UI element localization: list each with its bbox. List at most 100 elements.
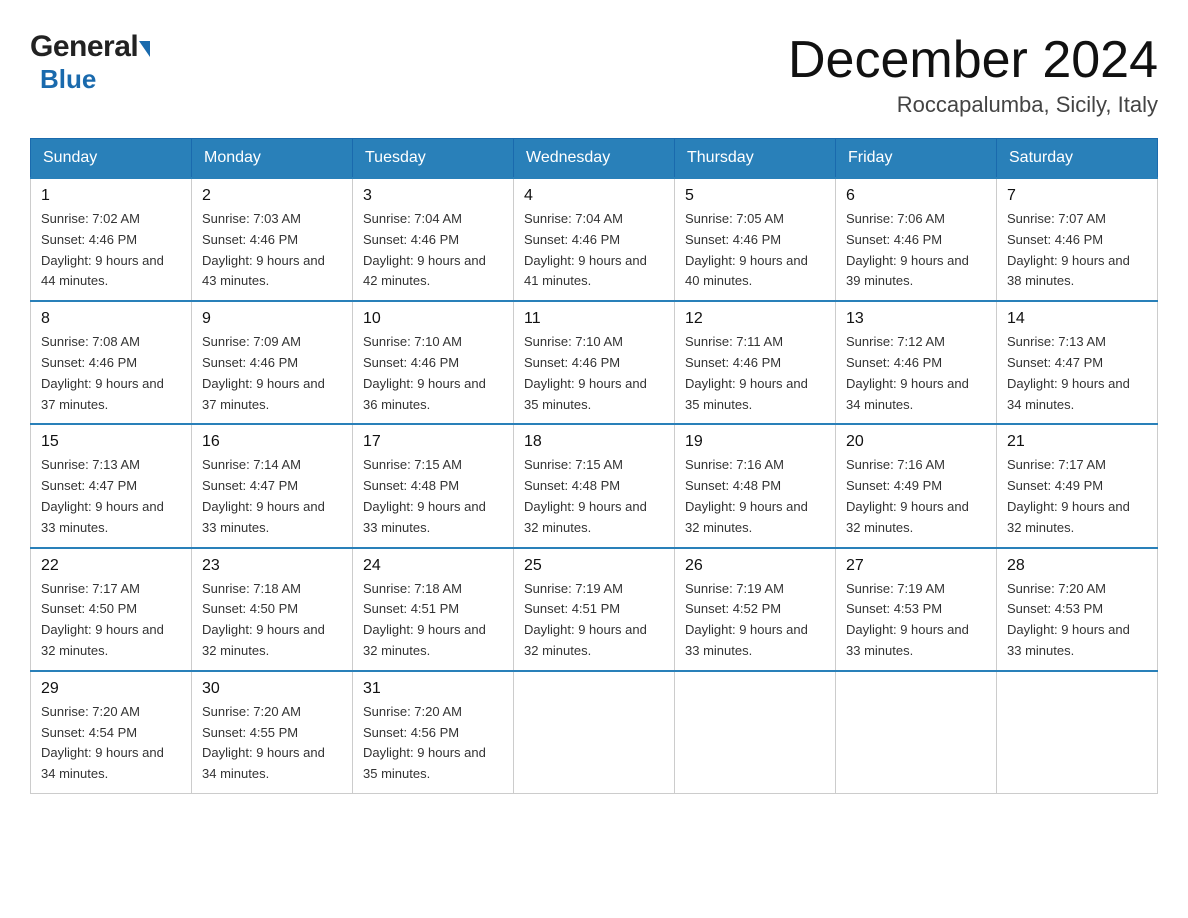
day-info: Sunrise: 7:05 AM Sunset: 4:46 PM Dayligh…	[685, 209, 825, 292]
table-row: 14 Sunrise: 7:13 AM Sunset: 4:47 PM Dayl…	[997, 301, 1158, 424]
day-number: 24	[363, 557, 503, 575]
day-info: Sunrise: 7:04 AM Sunset: 4:46 PM Dayligh…	[524, 209, 664, 292]
day-info: Sunrise: 7:17 AM Sunset: 4:49 PM Dayligh…	[1007, 455, 1147, 538]
calendar-week-2: 8 Sunrise: 7:08 AM Sunset: 4:46 PM Dayli…	[31, 301, 1158, 424]
day-number: 29	[41, 680, 181, 698]
table-row: 18 Sunrise: 7:15 AM Sunset: 4:48 PM Dayl…	[514, 424, 675, 547]
day-number: 18	[524, 433, 664, 451]
logo-arrow-icon	[139, 41, 150, 57]
table-row: 22 Sunrise: 7:17 AM Sunset: 4:50 PM Dayl…	[31, 548, 192, 671]
table-row	[997, 671, 1158, 794]
logo-blue-text: Blue	[40, 64, 96, 94]
table-row: 12 Sunrise: 7:11 AM Sunset: 4:46 PM Dayl…	[675, 301, 836, 424]
day-info: Sunrise: 7:04 AM Sunset: 4:46 PM Dayligh…	[363, 209, 503, 292]
day-info: Sunrise: 7:10 AM Sunset: 4:46 PM Dayligh…	[524, 332, 664, 415]
title-block: December 2024 Roccapalumba, Sicily, Ital…	[788, 30, 1158, 118]
day-info: Sunrise: 7:13 AM Sunset: 4:47 PM Dayligh…	[41, 455, 181, 538]
day-info: Sunrise: 7:17 AM Sunset: 4:50 PM Dayligh…	[41, 579, 181, 662]
day-number: 27	[846, 557, 986, 575]
day-info: Sunrise: 7:20 AM Sunset: 4:56 PM Dayligh…	[363, 702, 503, 785]
table-row	[514, 671, 675, 794]
day-info: Sunrise: 7:09 AM Sunset: 4:46 PM Dayligh…	[202, 332, 342, 415]
day-number: 6	[846, 187, 986, 205]
table-row: 4 Sunrise: 7:04 AM Sunset: 4:46 PM Dayli…	[514, 178, 675, 301]
table-row: 6 Sunrise: 7:06 AM Sunset: 4:46 PM Dayli…	[836, 178, 997, 301]
day-number: 16	[202, 433, 342, 451]
month-title: December 2024	[788, 30, 1158, 90]
table-row: 1 Sunrise: 7:02 AM Sunset: 4:46 PM Dayli…	[31, 178, 192, 301]
day-info: Sunrise: 7:19 AM Sunset: 4:51 PM Dayligh…	[524, 579, 664, 662]
table-row: 23 Sunrise: 7:18 AM Sunset: 4:50 PM Dayl…	[192, 548, 353, 671]
header-thursday: Thursday	[675, 139, 836, 179]
day-number: 28	[1007, 557, 1147, 575]
day-info: Sunrise: 7:19 AM Sunset: 4:52 PM Dayligh…	[685, 579, 825, 662]
table-row: 28 Sunrise: 7:20 AM Sunset: 4:53 PM Dayl…	[997, 548, 1158, 671]
table-row: 30 Sunrise: 7:20 AM Sunset: 4:55 PM Dayl…	[192, 671, 353, 794]
day-number: 12	[685, 310, 825, 328]
table-row	[675, 671, 836, 794]
day-number: 22	[41, 557, 181, 575]
table-row: 13 Sunrise: 7:12 AM Sunset: 4:46 PM Dayl…	[836, 301, 997, 424]
table-row	[836, 671, 997, 794]
day-info: Sunrise: 7:02 AM Sunset: 4:46 PM Dayligh…	[41, 209, 181, 292]
header-tuesday: Tuesday	[353, 139, 514, 179]
table-row: 15 Sunrise: 7:13 AM Sunset: 4:47 PM Dayl…	[31, 424, 192, 547]
table-row: 19 Sunrise: 7:16 AM Sunset: 4:48 PM Dayl…	[675, 424, 836, 547]
header-friday: Friday	[836, 139, 997, 179]
day-number: 3	[363, 187, 503, 205]
day-number: 21	[1007, 433, 1147, 451]
day-info: Sunrise: 7:20 AM Sunset: 4:54 PM Dayligh…	[41, 702, 181, 785]
day-number: 30	[202, 680, 342, 698]
day-info: Sunrise: 7:12 AM Sunset: 4:46 PM Dayligh…	[846, 332, 986, 415]
table-row: 3 Sunrise: 7:04 AM Sunset: 4:46 PM Dayli…	[353, 178, 514, 301]
day-number: 14	[1007, 310, 1147, 328]
day-number: 15	[41, 433, 181, 451]
table-row: 25 Sunrise: 7:19 AM Sunset: 4:51 PM Dayl…	[514, 548, 675, 671]
day-info: Sunrise: 7:16 AM Sunset: 4:49 PM Dayligh…	[846, 455, 986, 538]
day-info: Sunrise: 7:13 AM Sunset: 4:47 PM Dayligh…	[1007, 332, 1147, 415]
calendar-header-row: Sunday Monday Tuesday Wednesday Thursday…	[31, 139, 1158, 179]
day-number: 31	[363, 680, 503, 698]
logo: General Blue	[30, 30, 150, 95]
day-number: 5	[685, 187, 825, 205]
day-number: 2	[202, 187, 342, 205]
calendar-week-5: 29 Sunrise: 7:20 AM Sunset: 4:54 PM Dayl…	[31, 671, 1158, 794]
table-row: 11 Sunrise: 7:10 AM Sunset: 4:46 PM Dayl…	[514, 301, 675, 424]
day-number: 7	[1007, 187, 1147, 205]
table-row: 9 Sunrise: 7:09 AM Sunset: 4:46 PM Dayli…	[192, 301, 353, 424]
day-info: Sunrise: 7:16 AM Sunset: 4:48 PM Dayligh…	[685, 455, 825, 538]
table-row: 8 Sunrise: 7:08 AM Sunset: 4:46 PM Dayli…	[31, 301, 192, 424]
day-number: 10	[363, 310, 503, 328]
day-info: Sunrise: 7:19 AM Sunset: 4:53 PM Dayligh…	[846, 579, 986, 662]
table-row: 26 Sunrise: 7:19 AM Sunset: 4:52 PM Dayl…	[675, 548, 836, 671]
day-info: Sunrise: 7:10 AM Sunset: 4:46 PM Dayligh…	[363, 332, 503, 415]
day-number: 20	[846, 433, 986, 451]
table-row: 29 Sunrise: 7:20 AM Sunset: 4:54 PM Dayl…	[31, 671, 192, 794]
day-info: Sunrise: 7:18 AM Sunset: 4:50 PM Dayligh…	[202, 579, 342, 662]
location-title: Roccapalumba, Sicily, Italy	[788, 92, 1158, 118]
table-row: 7 Sunrise: 7:07 AM Sunset: 4:46 PM Dayli…	[997, 178, 1158, 301]
table-row: 20 Sunrise: 7:16 AM Sunset: 4:49 PM Dayl…	[836, 424, 997, 547]
logo-general-text: General	[30, 30, 138, 64]
day-number: 26	[685, 557, 825, 575]
calendar-week-3: 15 Sunrise: 7:13 AM Sunset: 4:47 PM Dayl…	[31, 424, 1158, 547]
header-monday: Monday	[192, 139, 353, 179]
calendar-table: Sunday Monday Tuesday Wednesday Thursday…	[30, 138, 1158, 794]
table-row: 5 Sunrise: 7:05 AM Sunset: 4:46 PM Dayli…	[675, 178, 836, 301]
page-header: General Blue December 2024 Roccapalumba,…	[20, 20, 1168, 118]
table-row: 17 Sunrise: 7:15 AM Sunset: 4:48 PM Dayl…	[353, 424, 514, 547]
calendar-week-4: 22 Sunrise: 7:17 AM Sunset: 4:50 PM Dayl…	[31, 548, 1158, 671]
day-number: 19	[685, 433, 825, 451]
header-saturday: Saturday	[997, 139, 1158, 179]
day-info: Sunrise: 7:08 AM Sunset: 4:46 PM Dayligh…	[41, 332, 181, 415]
table-row: 10 Sunrise: 7:10 AM Sunset: 4:46 PM Dayl…	[353, 301, 514, 424]
day-number: 9	[202, 310, 342, 328]
day-info: Sunrise: 7:07 AM Sunset: 4:46 PM Dayligh…	[1007, 209, 1147, 292]
day-info: Sunrise: 7:20 AM Sunset: 4:55 PM Dayligh…	[202, 702, 342, 785]
day-info: Sunrise: 7:15 AM Sunset: 4:48 PM Dayligh…	[524, 455, 664, 538]
day-number: 8	[41, 310, 181, 328]
table-row: 24 Sunrise: 7:18 AM Sunset: 4:51 PM Dayl…	[353, 548, 514, 671]
header-wednesday: Wednesday	[514, 139, 675, 179]
calendar-week-1: 1 Sunrise: 7:02 AM Sunset: 4:46 PM Dayli…	[31, 178, 1158, 301]
table-row: 21 Sunrise: 7:17 AM Sunset: 4:49 PM Dayl…	[997, 424, 1158, 547]
